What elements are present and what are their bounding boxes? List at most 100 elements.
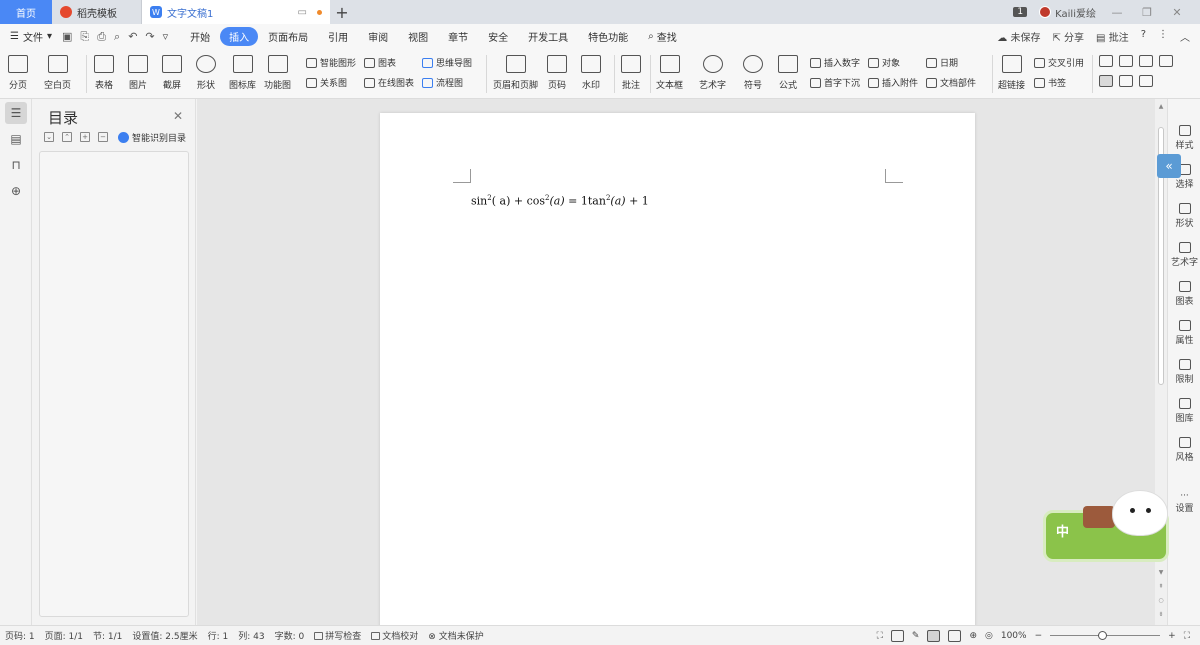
- scroll-down-icon[interactable]: ▼: [1155, 569, 1167, 576]
- view-list-icon[interactable]: [1139, 55, 1153, 67]
- sidepanel-restrict[interactable]: 限制: [1168, 359, 1200, 385]
- chart-button[interactable]: 图表: [364, 56, 396, 69]
- window-count-badge[interactable]: 1: [1013, 7, 1028, 17]
- menu-insert[interactable]: 插入: [220, 27, 259, 46]
- sidepanel-chart[interactable]: 图表: [1168, 281, 1200, 307]
- user-account[interactable]: Kaili爱绘: [1039, 5, 1096, 20]
- restore-button[interactable]: ❐: [1138, 6, 1156, 19]
- eye-protect-icon[interactable]: ◎: [985, 631, 993, 641]
- more-icon[interactable]: ⋮: [1158, 29, 1168, 44]
- spell-check-button[interactable]: 拼写检查: [309, 629, 366, 642]
- online-chart-button[interactable]: 在线图表: [364, 76, 414, 89]
- zoom-slider[interactable]: [1050, 631, 1161, 640]
- hyperlink-button[interactable]: 超链接: [998, 49, 1025, 91]
- web-view-icon[interactable]: ⊕: [969, 631, 977, 641]
- bookmark-button[interactable]: 书签: [1034, 76, 1066, 89]
- zoom-in-icon[interactable]: +: [1168, 631, 1176, 641]
- prev-page-icon[interactable]: ⇞: [1155, 583, 1167, 590]
- toc-toggle-icon[interactable]: ☰: [5, 102, 27, 124]
- save-icon[interactable]: ▣: [62, 30, 72, 44]
- zoom-slider-knob[interactable]: [1098, 631, 1108, 640]
- close-button[interactable]: ✕: [1168, 6, 1186, 19]
- document-page[interactable]: sin2( a) + cos2(a) = 1tan2(a) + 1: [380, 113, 975, 625]
- blank-page-button[interactable]: 空白页: [44, 49, 71, 91]
- status-words[interactable]: 字数: 0: [270, 629, 310, 642]
- redo-icon[interactable]: ↷: [145, 30, 154, 44]
- textbox-button[interactable]: 文本框: [656, 49, 683, 91]
- file-menu[interactable]: ☰ 文件 ▾: [0, 29, 62, 44]
- page-thumb-icon[interactable]: ▤: [5, 128, 27, 150]
- view-layout-icon[interactable]: [1099, 55, 1113, 67]
- menu-references[interactable]: 引用: [318, 29, 358, 44]
- collapse-icon[interactable]: ⌃: [62, 132, 72, 142]
- customize-icon[interactable]: ▿: [163, 30, 169, 44]
- cross-ref-button[interactable]: 交叉引用: [1034, 56, 1084, 69]
- outline-view-icon[interactable]: [948, 629, 962, 642]
- menu-view[interactable]: 视图: [398, 29, 438, 44]
- expand-icon[interactable]: ⌄: [44, 132, 54, 142]
- edit-mode-icon[interactable]: ✎: [912, 631, 920, 641]
- tab-window-icon[interactable]: ▭: [298, 7, 307, 18]
- ime-mascot-icon[interactable]: [1112, 490, 1168, 536]
- function-chart-button[interactable]: 功能图: [264, 49, 291, 91]
- select-browse-icon[interactable]: ○: [1155, 597, 1167, 604]
- flowchart-button[interactable]: 流程图: [422, 76, 463, 89]
- proofread-button[interactable]: 文档校对: [366, 629, 423, 642]
- doc-part-button[interactable]: 文档部件: [926, 76, 976, 89]
- print-preview-icon[interactable]: ⌕: [114, 30, 120, 44]
- formula-button[interactable]: 公式: [778, 49, 798, 91]
- page-view-icon[interactable]: [927, 629, 941, 642]
- tab-document[interactable]: W 文字文稿1 ▭: [142, 0, 330, 24]
- ime-mode[interactable]: 中: [1056, 521, 1069, 540]
- print-icon[interactable]: ⎙: [97, 30, 106, 44]
- undo-icon[interactable]: ↶: [128, 30, 137, 44]
- mind-map-button[interactable]: 思维导图: [422, 56, 472, 69]
- view-page-icon[interactable]: [1099, 75, 1113, 87]
- share-button[interactable]: ⇱ 分享: [1052, 29, 1084, 44]
- tab-template[interactable]: 稻壳模板: [52, 0, 142, 24]
- remove-heading-icon[interactable]: −: [98, 132, 108, 142]
- formula-text[interactable]: sin2( a) + cos2(a) = 1tan2(a) + 1: [471, 194, 649, 208]
- sidepanel-shape[interactable]: 形状: [1168, 203, 1200, 229]
- fullscreen-icon[interactable]: ⛶: [877, 631, 883, 641]
- icon-library-button[interactable]: 图标库: [229, 49, 256, 91]
- header-footer-button[interactable]: 页眉和页脚: [493, 49, 538, 91]
- menu-special[interactable]: 特色功能: [578, 29, 638, 44]
- table-button[interactable]: 表格: [94, 49, 114, 91]
- screenshot-button[interactable]: 截屏: [162, 49, 182, 91]
- menu-developer[interactable]: 开发工具: [518, 29, 578, 44]
- menu-review[interactable]: 审阅: [358, 29, 398, 44]
- menu-section[interactable]: 章节: [438, 29, 478, 44]
- view-web-icon[interactable]: [1119, 75, 1133, 87]
- menu-search[interactable]: ⌕ 查找: [638, 29, 687, 44]
- sidepanel-settings[interactable]: ··· 设置: [1168, 491, 1200, 514]
- zoom-level[interactable]: 100%: [1001, 631, 1027, 641]
- view-split-icon[interactable]: [1159, 55, 1173, 67]
- shape-button[interactable]: 形状: [196, 49, 216, 91]
- toc-list[interactable]: [39, 151, 189, 617]
- relation-chart-button[interactable]: 关系图: [306, 76, 347, 89]
- read-mode-icon[interactable]: [890, 629, 904, 642]
- wordart-button[interactable]: 艺术字: [699, 49, 726, 91]
- find-icon[interactable]: ⊕: [5, 180, 27, 202]
- sidepanel-wordart[interactable]: 艺术字: [1168, 242, 1200, 268]
- comment-menu-button[interactable]: ▤ 批注: [1096, 29, 1129, 44]
- document-canvas[interactable]: sin2( a) + cos2(a) = 1tan2(a) + 1: [197, 99, 1155, 625]
- sidepanel-properties[interactable]: 属性: [1168, 320, 1200, 346]
- help-icon[interactable]: ?: [1141, 29, 1146, 44]
- collapse-ribbon-icon[interactable]: ︿: [1180, 29, 1190, 44]
- sidepanel-gallery[interactable]: 图库: [1168, 398, 1200, 424]
- sidepanel-theme[interactable]: 风格: [1168, 437, 1200, 463]
- comment-button[interactable]: 批注: [621, 49, 641, 91]
- attachment-button[interactable]: 插入附件: [868, 76, 918, 89]
- add-heading-icon[interactable]: +: [80, 132, 90, 142]
- format-painter-icon[interactable]: ⎘: [80, 30, 89, 44]
- zoom-out-icon[interactable]: −: [1035, 631, 1043, 641]
- protect-status[interactable]: ⊗ 文档未保护: [423, 629, 488, 642]
- smart-shape-button[interactable]: 智能图形: [306, 56, 356, 69]
- date-button[interactable]: 日期: [926, 56, 958, 69]
- symbol-button[interactable]: 符号: [743, 49, 763, 91]
- page-break-button[interactable]: 分页: [8, 49, 28, 91]
- page-number-button[interactable]: 页码: [547, 49, 567, 91]
- next-page-icon[interactable]: ⇟: [1155, 611, 1167, 618]
